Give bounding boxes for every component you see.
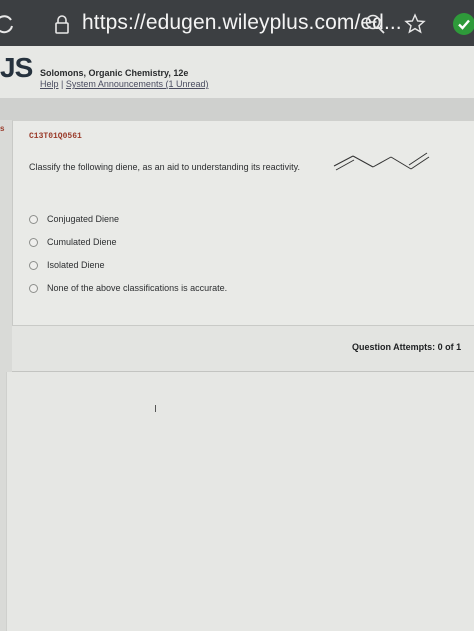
- reload-icon[interactable]: [0, 13, 16, 35]
- radio-button[interactable]: [29, 260, 38, 270]
- option-isolated-diene[interactable]: Isolated Diene: [29, 259, 105, 271]
- option-label: Conjugated Diene: [47, 214, 120, 224]
- diene-structure-image: [333, 152, 430, 171]
- header-strip: [0, 98, 474, 120]
- bookmark-star-icon[interactable]: [403, 12, 427, 36]
- radio-button[interactable]: [29, 214, 38, 224]
- help-link[interactable]: Help: [40, 79, 59, 89]
- option-label: Cumulated Diene: [47, 237, 117, 247]
- header-links: Help | System Announcements (1 Unread): [40, 79, 208, 89]
- extension-check-icon[interactable]: [452, 12, 474, 36]
- zoom-out-icon[interactable]: [364, 13, 386, 35]
- course-title: Solomons, Organic Chemistry, 12e: [40, 68, 189, 78]
- lower-content-panel: [6, 372, 474, 631]
- option-label: Isolated Diene: [47, 260, 105, 270]
- left-edge-marker: s: [0, 124, 5, 133]
- option-conjugated-diene[interactable]: Conjugated Diene: [29, 213, 119, 225]
- option-none-of-the-above[interactable]: None of the above classifications is acc…: [29, 282, 227, 294]
- system-announcements-link[interactable]: System Announcements (1 Unread): [66, 79, 209, 89]
- link-separator: |: [61, 79, 64, 89]
- question-prompt: Classify the following diene, as an aid …: [29, 162, 300, 172]
- brand-logo: JS: [0, 52, 33, 83]
- radio-button[interactable]: [29, 283, 38, 293]
- question-id: C13T01Q0561: [29, 132, 82, 141]
- browser-toolbar: https://edugen.wileyplus.com/ed...: [0, 0, 474, 46]
- question-panel: C13T01Q0561 Classify the following diene…: [12, 120, 474, 326]
- option-label: None of the above classifications is acc…: [47, 283, 228, 293]
- radio-button[interactable]: [29, 237, 38, 247]
- option-cumulated-diene[interactable]: Cumulated Diene: [29, 236, 117, 248]
- question-attempts-counter: Question Attempts: 0 of 1: [352, 342, 462, 352]
- text-cursor: [155, 405, 156, 412]
- question-attempts-bar: Question Attempts: 0 of 1: [12, 325, 474, 372]
- app-header: JS Solomons, Organic Chemistry, 12e Help…: [0, 46, 474, 98]
- lock-icon: [55, 15, 69, 34]
- address-bar-url[interactable]: https://edugen.wileyplus.com/ed...: [82, 11, 402, 35]
